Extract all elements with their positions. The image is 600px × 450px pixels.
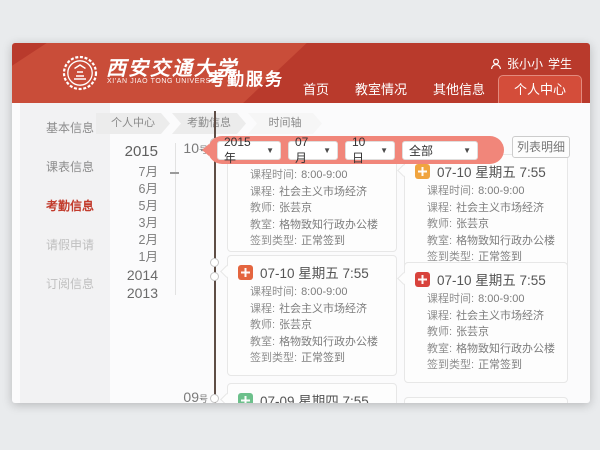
timeline-month-jan[interactable]: 1月 [108,249,158,266]
breadcrumb-attendance[interactable]: 考勤信息 [172,113,246,134]
page-title: 考勤服务 [208,65,284,90]
timeline-year-2014[interactable]: 2014 [108,266,158,284]
nav-classrooms[interactable]: 教室情况 [342,76,420,103]
card-title: 07-10 星期五 7:55 [260,262,369,282]
list-detail-button[interactable]: 列表明细 [512,136,570,158]
university-name-en: XI'AN JIAO TONG UNIVERSITY [107,78,224,85]
card-tail [220,393,233,403]
attendance-status-icon [415,272,430,287]
nav-home[interactable]: 首页 [290,76,342,103]
card-title: 07-10 星期五 7:55 [437,161,546,181]
user-name: 张小小 [507,55,543,72]
user-info[interactable]: 张小小 学生 [490,55,572,72]
app-window: 西安交通大学 XI'AN JIAO TONG UNIVERSITY 考勤服务 张… [12,43,590,403]
card-tail [397,272,410,285]
timeline-year-month-nav: 2015 7月 6月 5月 3月 2月 1月 2014 2013 [108,140,158,302]
timeline-node [210,272,219,281]
timeline-month-mar[interactable]: 3月 [108,215,158,232]
timeline-year-2015[interactable]: 2015 [108,140,158,164]
type-dropdown[interactable]: 全部 ▼ [402,141,478,160]
chevron-down-icon: ▼ [266,146,274,155]
card-title: 07-10 星期五 7:55 [437,269,546,289]
breadcrumb-personal-center[interactable]: 个人中心 [96,113,170,134]
date-filter-bar: 2015年 ▼ 07月 ▼ 10日 ▼ 全部 ▼ [208,136,504,164]
attendance-card[interactable]: 07-10 星期五 7:55 课程时间:8:00-9:00 课程:社会主义市场经… [404,262,568,383]
timeline-month-jun[interactable]: 6月 [108,181,158,198]
chevron-down-icon: ▼ [380,146,388,155]
timeline-node [210,394,219,403]
card-title: 07-09 星期四 7:55 [260,390,369,403]
user-role: 学生 [548,55,572,72]
nav-personal-center[interactable]: 个人中心 [498,75,582,103]
attendance-status-icon [415,164,430,179]
person-icon [490,58,502,70]
month-dropdown[interactable]: 07月 ▼ [288,141,338,160]
timeline-month-feb[interactable]: 2月 [108,232,158,249]
sidebar-item-attendance[interactable]: 考勤信息 [20,191,110,220]
university-logo-icon [62,55,98,91]
breadcrumb: 个人中心 考勤信息 时间轴 [96,113,324,134]
attendance-status-icon [238,393,253,404]
attendance-card[interactable] [404,397,568,403]
card-tail [220,265,233,278]
breadcrumb-timeline[interactable]: 时间轴 [248,113,322,134]
nav-other-info[interactable]: 其他信息 [420,76,498,103]
month-list-divider [175,143,176,295]
timeline-year-2013[interactable]: 2013 [108,284,158,302]
attendance-card[interactable]: 07-10 星期五 7:55 课程时间:8:00-9:00 课程:社会主义市场经… [404,154,568,275]
selected-month-tick [170,172,179,174]
attendance-card[interactable]: 07-09 星期四 7:55 [227,383,397,403]
sidebar-item-leave-request[interactable]: 请假申请 [20,230,110,259]
chevron-down-icon: ▼ [323,146,331,155]
attendance-card[interactable]: 07-10 星期五 7:55 课程时间:8:00-9:00 课程:社会主义市场经… [227,255,397,376]
sidebar-item-timetable[interactable]: 课表信息 [20,152,110,181]
timeline-node [210,258,219,267]
day-dropdown[interactable]: 10日 ▼ [345,141,395,160]
sidebar: 基本信息 课表信息 考勤信息 请假申请 订阅信息 [20,103,110,403]
timeline-month-may[interactable]: 5月 [108,198,158,215]
attendance-status-icon [238,265,253,280]
day-marker-09: 09号 [170,389,208,403]
year-dropdown[interactable]: 2015年 ▼ [217,141,281,160]
sidebar-item-subscription[interactable]: 订阅信息 [20,269,110,298]
timeline-month-jul[interactable]: 7月 [108,164,158,181]
card-tail [397,164,410,177]
filter-bar-tail [202,144,209,156]
chevron-down-icon: ▼ [463,146,471,155]
app-header: 西安交通大学 XI'AN JIAO TONG UNIVERSITY 考勤服务 张… [12,43,590,103]
main-nav: 首页 教室情况 其他信息 个人中心 [290,75,582,103]
